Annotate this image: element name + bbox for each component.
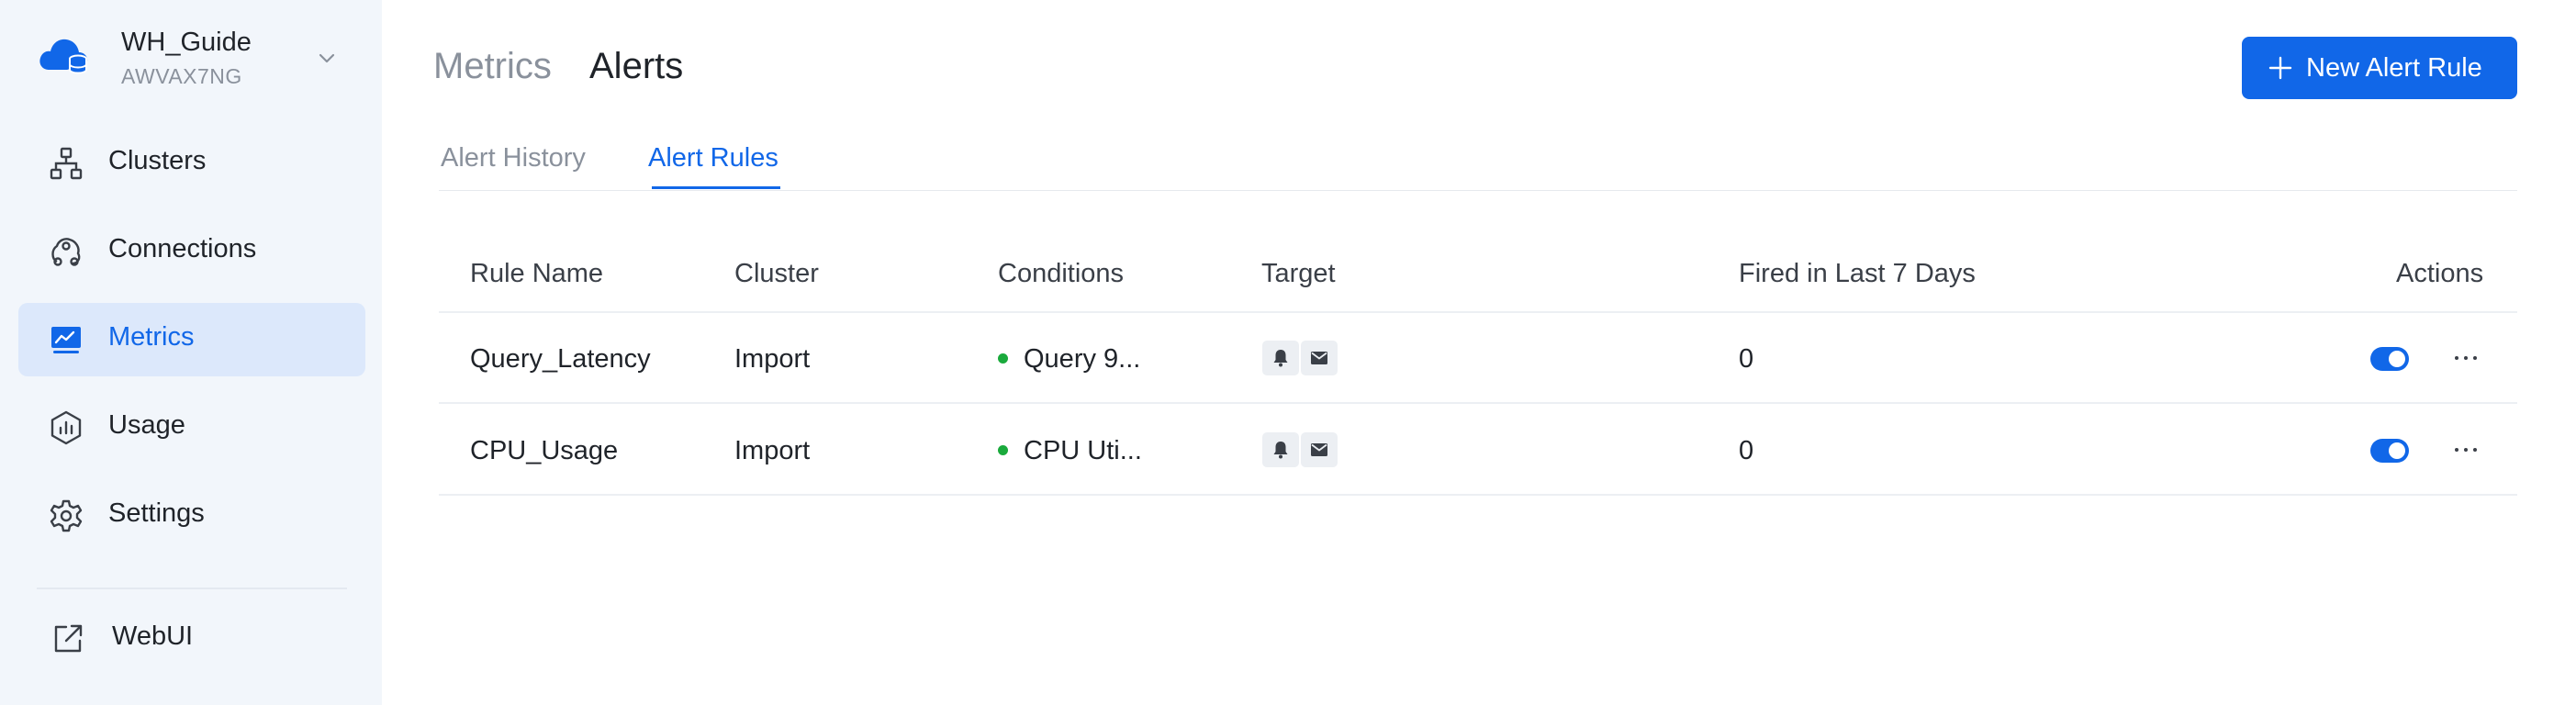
target-mail-badge <box>1301 341 1338 375</box>
rule-name-cell[interactable]: CPU_Usage <box>470 436 618 466</box>
more-actions-icon[interactable] <box>2447 436 2484 464</box>
workspace-switcher[interactable]: WH_Guide AWVAX7NG <box>37 26 349 95</box>
plus-icon <box>2268 56 2292 80</box>
tabs-divider <box>439 190 2517 191</box>
row-divider <box>439 402 2517 404</box>
sidebar-item-connections[interactable]: Connections <box>18 215 365 288</box>
enable-toggle[interactable] <box>2370 347 2409 371</box>
row-divider <box>439 494 2517 496</box>
sidebar-item-settings[interactable]: Settings <box>18 479 365 553</box>
more-actions-icon[interactable] <box>2447 344 2484 372</box>
clusters-icon <box>50 147 83 180</box>
condition-cell: CPU Uti... <box>1024 436 1142 465</box>
sidebar-item-label: WebUI <box>112 621 194 651</box>
rule-name-cell[interactable]: Query_Latency <box>470 344 651 375</box>
enable-toggle[interactable] <box>2370 439 2409 463</box>
tab-alert-rules[interactable]: Alert Rules <box>648 143 778 173</box>
active-tab-indicator <box>652 186 780 189</box>
sidebar-item-clusters[interactable]: Clusters <box>18 127 365 200</box>
gear-icon <box>50 499 83 532</box>
sidebar-item-label: Metrics <box>108 322 195 352</box>
breadcrumb-metrics[interactable]: Metrics <box>433 46 552 87</box>
sidebar-item-webui[interactable]: WebUI <box>18 602 365 676</box>
new-alert-rule-button[interactable]: New Alert Rule <box>2242 37 2517 99</box>
sidebar-item-label: Clusters <box>108 146 207 175</box>
tab-alert-history[interactable]: Alert History <box>441 143 586 173</box>
column-header-cluster: Cluster <box>734 259 819 288</box>
cluster-cell: Import <box>734 344 811 374</box>
mail-icon <box>1311 443 1327 456</box>
fired-count-cell: 0 <box>1739 436 1754 465</box>
new-alert-rule-label: New Alert Rule <box>2306 53 2482 83</box>
target-bell-badge <box>1262 432 1299 467</box>
target-bell-badge <box>1262 341 1299 375</box>
condition-cell: Query 9... <box>1024 344 1141 374</box>
chevron-down-icon[interactable] <box>312 44 342 73</box>
column-header-actions: Actions <box>2396 259 2484 288</box>
mail-icon <box>1311 352 1327 364</box>
table-header-divider <box>439 311 2517 313</box>
column-header-rule-name: Rule Name <box>470 259 604 288</box>
cloud-database-icon <box>39 39 88 74</box>
status-dot <box>998 445 1008 455</box>
sidebar-divider <box>37 588 347 589</box>
usage-icon <box>50 410 82 445</box>
page-title: Alerts <box>589 46 684 86</box>
bell-icon <box>1273 350 1288 367</box>
column-header-fired: Fired in Last 7 Days <box>1739 259 1976 288</box>
sidebar-item-usage[interactable]: Usage <box>18 391 365 464</box>
sidebar-item-label: Usage <box>108 410 185 440</box>
sidebar: WH_Guide AWVAX7NG Clusters Connections M… <box>0 0 382 705</box>
status-dot <box>998 353 1008 364</box>
sidebar-item-metrics[interactable]: Metrics <box>18 303 365 376</box>
workspace-name: WH_Guide <box>121 28 252 57</box>
bell-icon <box>1273 442 1288 459</box>
sidebar-item-label: Connections <box>108 234 257 263</box>
cluster-cell: Import <box>734 436 811 465</box>
metrics-icon <box>51 327 81 353</box>
column-header-target: Target <box>1261 259 1336 288</box>
fired-count-cell: 0 <box>1739 344 1754 374</box>
column-header-conditions: Conditions <box>998 259 1125 288</box>
workspace-id: AWVAX7NG <box>121 64 242 88</box>
external-link-icon <box>54 624 83 653</box>
target-mail-badge <box>1301 432 1338 467</box>
sidebar-item-label: Settings <box>108 498 205 528</box>
connections-icon <box>51 238 81 266</box>
